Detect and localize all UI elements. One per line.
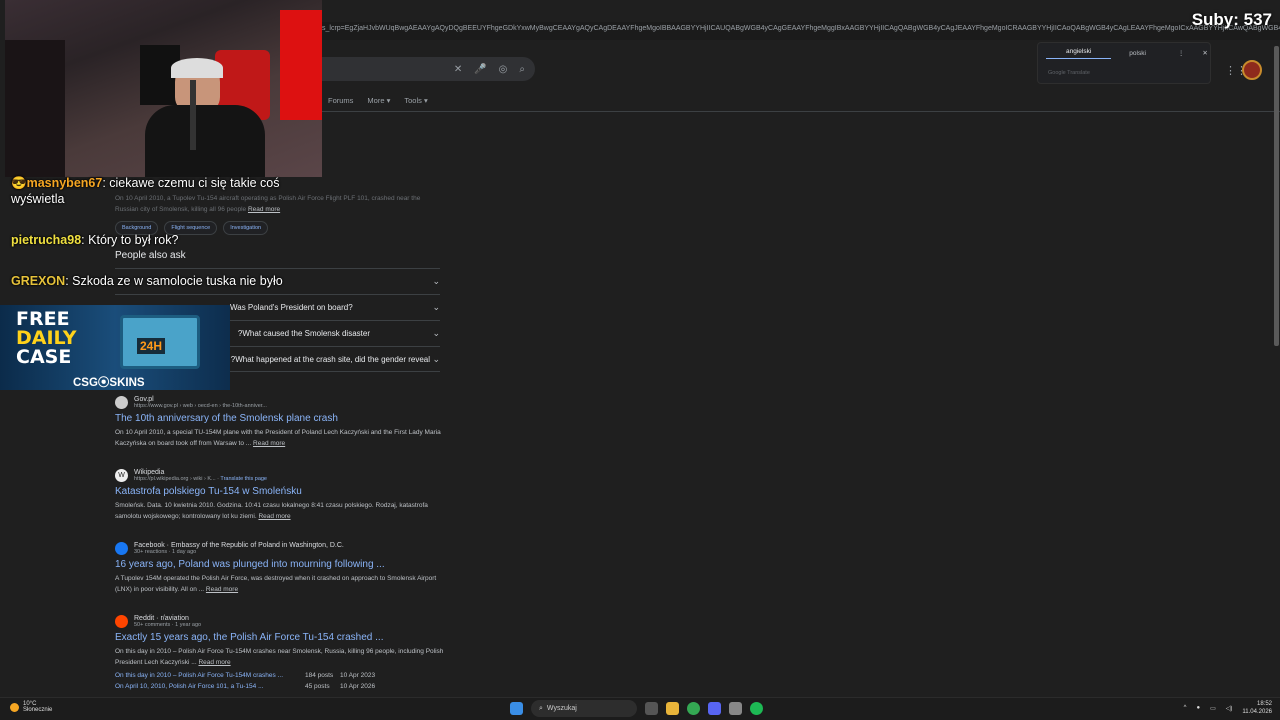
search-result: Reddit · r/aviation 50+ comments · 1 year…: [115, 615, 445, 692]
read-more-link[interactable]: Read more: [253, 440, 285, 447]
reddit-sublink[interactable]: On this day in 2010 – Polish Air Force T…: [115, 670, 445, 681]
taskbar: 10°C Słonecznie ⌕ Wyszukaj ^ ● ▭ ◁) 18:52 1…: [0, 697, 1280, 720]
result-title[interactable]: 16 years ago, Poland was plunged into mo…: [115, 559, 445, 570]
address-bar[interactable]: s_lcrp=EgZjaHJvbWUqBwgAEAAYgAQyDQgBEEUYF…: [322, 22, 1280, 40]
filter-forums[interactable]: Forums: [328, 96, 353, 105]
clear-icon[interactable]: ✕: [454, 64, 462, 75]
paa-title: People also ask: [115, 250, 186, 261]
scrollbar[interactable]: [1274, 46, 1279, 346]
search-result: Gov.pl https://www.gov.pl › web › oecd-en…: [115, 396, 445, 449]
case-icon: 24H: [120, 315, 200, 369]
chat-message: pietrucha98: Który to był rok?: [11, 233, 179, 247]
chrome-icon[interactable]: [687, 702, 700, 715]
chevron-down-icon: ⌄: [432, 302, 440, 312]
translate-footer: Google Translate: [1048, 70, 1090, 76]
chevron-down-icon: ⌄: [432, 353, 440, 364]
file-explorer-icon[interactable]: [666, 702, 679, 715]
avatar[interactable]: [1242, 60, 1262, 80]
search-icon[interactable]: ⌕: [519, 64, 525, 75]
spotify-icon[interactable]: [750, 702, 763, 715]
close-icon[interactable]: ✕: [1202, 49, 1207, 57]
govpl-favicon: [115, 396, 128, 409]
sun-icon: [10, 702, 19, 712]
discord-icon[interactable]: [708, 702, 721, 715]
tab-polish[interactable]: polski: [1129, 50, 1146, 57]
mic-icon[interactable]: 🎤: [474, 64, 486, 75]
windows-start-icon[interactable]: [510, 702, 523, 715]
search-result: W Wikipedia https://pl.wikipedia.org › wi…: [115, 469, 445, 522]
chevron-down-icon: ⌄: [432, 276, 440, 286]
csgoskins-logo: CSG⦿SKINS: [73, 377, 145, 389]
settings-icon[interactable]: [729, 702, 742, 715]
task-view-icon[interactable]: [645, 702, 658, 715]
lens-icon[interactable]: ◎: [499, 64, 508, 75]
search-box[interactable]: ✕ 🎤 ◎ ⌕: [322, 57, 535, 81]
weather-widget[interactable]: 10°C Słonecznie: [10, 701, 52, 713]
subscriber-counter: Suby: 537: [1191, 10, 1272, 29]
mic-icon[interactable]: ●: [1196, 705, 1200, 711]
tab-english[interactable]: angielski: [1046, 48, 1112, 59]
translate-popup: angielski polski ⋮ ✕ Google Translate: [1037, 42, 1211, 84]
result-title[interactable]: Katastrofa polskiego Tu-154 w Smoleńsku: [115, 486, 445, 497]
chat-message: GREXON: Szkoda ze w samolocie tuska nie …: [11, 274, 283, 288]
network-icon[interactable]: ▭: [1210, 705, 1216, 712]
search-result: Facebook · Embassy of the Republic of Po…: [115, 542, 445, 595]
reddit-favicon: [115, 615, 128, 628]
clock[interactable]: 18:52 11.04.2026: [1242, 700, 1272, 716]
more-icon[interactable]: ⋮: [1178, 49, 1185, 57]
chevron-down-icon: ⌄: [432, 328, 440, 338]
facebook-favicon: [115, 542, 128, 555]
read-more-link[interactable]: Read more: [198, 659, 230, 666]
translate-page-link[interactable]: Translate this page: [220, 476, 267, 482]
divider: [322, 111, 1280, 112]
featured-read-more[interactable]: Read more: [248, 206, 280, 213]
result-title[interactable]: The 10th anniversary of the Smolensk pla…: [115, 413, 445, 424]
search-filters: Forums More ▾ Tools ▾: [328, 96, 428, 105]
volume-icon[interactable]: ◁): [1226, 705, 1233, 712]
read-more-link[interactable]: Read more: [258, 513, 290, 520]
chat-message: 😎masnyben67: ciekawe czemu ci się takie …: [11, 176, 280, 206]
filter-more[interactable]: More ▾: [367, 96, 390, 105]
taskbar-search[interactable]: ⌕ Wyszukaj: [531, 700, 637, 717]
reddit-sublink[interactable]: On April 10, 2010, Polish Air Force 101,…: [115, 681, 445, 692]
csgoskins-ad: FREE DAILY CASE 24H CSG⦿SKINS: [0, 305, 230, 390]
webcam-overlay: [5, 0, 322, 177]
search-icon: ⌕: [539, 704, 543, 712]
chevron-up-icon[interactable]: ^: [1184, 705, 1187, 711]
read-more-link[interactable]: Read more: [206, 586, 238, 593]
wikipedia-favicon: W: [115, 469, 128, 482]
result-title[interactable]: Exactly 15 years ago, the Polish Air For…: [115, 632, 445, 643]
filter-tools[interactable]: Tools ▾: [404, 96, 427, 105]
